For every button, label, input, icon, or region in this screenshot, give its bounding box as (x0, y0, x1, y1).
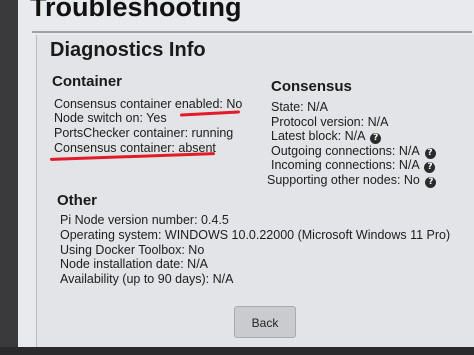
latest-block-row: Latest block: N/A ? (271, 129, 382, 144)
installation-date-line: Node installation date: N/A (60, 257, 209, 271)
availability-line: Availability (up to 90 days): N/A (60, 272, 234, 286)
help-icon[interactable]: ? (370, 133, 382, 144)
incoming-connections-row: Incoming connections: N/A ? (271, 158, 436, 173)
back-button[interactable]: Back (234, 306, 296, 338)
other-title: Other (57, 192, 98, 209)
ports-checker-line: PortsChecker container: running (54, 126, 234, 140)
diagnostics-title: Diagnostics Info (50, 39, 206, 61)
title-divider (32, 31, 472, 33)
node-switch-line: Node switch on: Yes (54, 111, 167, 125)
supporting-nodes-line: Supporting other nodes: No (267, 173, 420, 187)
page-title: Troubleshooting (30, 0, 242, 22)
help-icon[interactable]: ? (424, 162, 436, 173)
protocol-version-line: Protocol version: N/A (271, 115, 389, 129)
state-line: State: N/A (271, 100, 328, 114)
container-title: Container (52, 73, 123, 90)
operating-system-line: Operating system: WINDOWS 10.0.22000 (Mi… (60, 228, 451, 242)
container-enabled-line: Consensus container enabled: No (54, 97, 243, 111)
supporting-nodes-row: Supporting other nodes: No ? (267, 173, 437, 188)
incoming-connections-line: Incoming connections: N/A (271, 158, 419, 172)
outgoing-connections-row: Outgoing connections: N/A ? (271, 144, 436, 159)
monitor-bezel (0, 347, 474, 355)
latest-block-line: Latest block: N/A (271, 129, 365, 143)
help-icon[interactable]: ? (425, 177, 437, 188)
consensus-title: Consensus (271, 78, 352, 95)
docker-toolbox-line: Using Docker Toolbox: No (60, 243, 205, 257)
outgoing-connections-line: Outgoing connections: N/A (271, 144, 420, 158)
pi-node-version-line: Pi Node version number: 0.4.5 (60, 213, 229, 227)
